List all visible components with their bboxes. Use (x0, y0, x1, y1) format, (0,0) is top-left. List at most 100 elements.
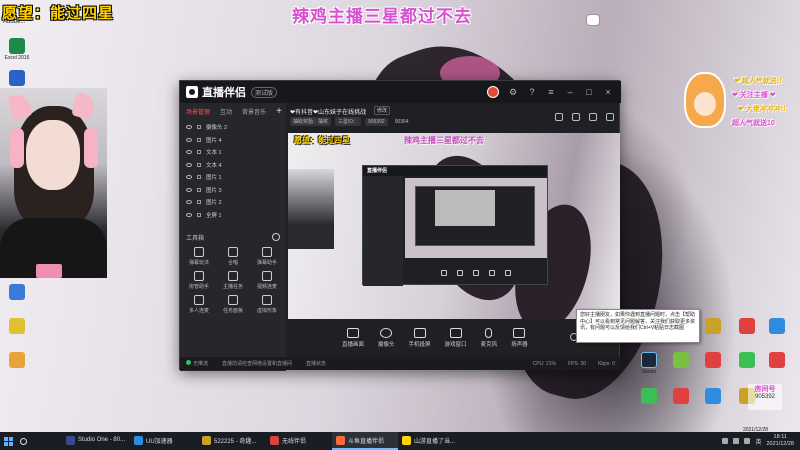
tab-scenes[interactable]: 场景管理 (186, 107, 210, 116)
avatar[interactable] (487, 86, 499, 98)
tool-chorus[interactable]: 合唱 (216, 247, 250, 266)
eye-icon[interactable] (186, 150, 192, 155)
lock-icon[interactable] (197, 212, 201, 217)
camera-button[interactable]: 摄像头 (378, 328, 395, 348)
clock[interactable]: 18:11 2021/12/28 (766, 434, 794, 448)
eye-icon[interactable] (186, 212, 192, 217)
scene-item[interactable]: 摄像头 2 (180, 121, 286, 134)
stream-preview[interactable]: 愿望：能过四星 辣鸡主播三星都过不去 直播伴侣 (288, 133, 620, 319)
edit-title-button[interactable]: 修改 (374, 106, 391, 115)
taskbar-app-uu[interactable]: UU加速器 (130, 432, 198, 450)
scene-item[interactable]: 图片 4 (180, 134, 286, 147)
gift-icon[interactable] (572, 113, 580, 121)
scene-item[interactable]: 图片 2 (180, 196, 286, 209)
lock-icon[interactable] (197, 125, 201, 130)
game-window-button[interactable]: 游戏窗口 (445, 328, 467, 348)
desktop-icon-app[interactable] (696, 388, 730, 404)
tool-anchor-task[interactable]: 主播任务 (216, 271, 250, 290)
input-language[interactable]: 英 (755, 437, 761, 446)
tool-task-panel[interactable]: 任务面板 (216, 295, 250, 314)
scene-item[interactable]: 全屏 1 (180, 209, 286, 222)
help-icon[interactable]: ? (527, 87, 537, 97)
close-icon[interactable]: × (603, 87, 613, 97)
desktop-icon-app[interactable] (0, 318, 34, 334)
webcam-feed (0, 88, 107, 278)
desktop-icon-app[interactable] (632, 388, 666, 404)
menu-icon[interactable]: ≡ (546, 87, 556, 97)
add-source-icon[interactable]: + (276, 106, 282, 117)
desktop-icon-excel[interactable]: Excel 2016 (0, 38, 34, 62)
tab-music[interactable]: 背景音乐 (242, 107, 266, 116)
lock-icon[interactable] (197, 200, 201, 205)
scene-item[interactable]: 文本 1 (180, 146, 286, 159)
settings-icon[interactable]: ⚙ (508, 87, 518, 97)
eye-icon[interactable] (186, 187, 192, 192)
tool-avatar[interactable]: 虚拟形象 (250, 295, 284, 314)
tool-multi-link[interactable]: 多人连麦 (182, 295, 216, 314)
microphone-button[interactable]: 麦克风 (481, 328, 497, 348)
taskbar-app-companion[interactable]: 无线伴侣 (266, 432, 332, 450)
scene-item[interactable]: 图片 3 (180, 184, 286, 197)
panel-icon (228, 295, 238, 305)
lock-icon[interactable] (197, 175, 201, 180)
taskbar-app-stream-companion[interactable]: 斗鱼直播伴侣 (332, 432, 398, 450)
eye-icon[interactable] (186, 125, 192, 130)
taskbar-app-game[interactable]: 山游直播了当... (398, 432, 468, 450)
desktop-icon-app[interactable] (664, 388, 698, 404)
minimize-icon[interactable]: – (565, 87, 575, 97)
taskbar-app-studio-one[interactable]: Studio One - 80... (62, 432, 130, 450)
share-icon[interactable] (555, 113, 563, 121)
live-view-button[interactable]: 直播画面 (342, 328, 364, 348)
eye-icon[interactable] (186, 175, 192, 180)
mascot-line: ❤ 关注主播 ❤ (732, 92, 776, 99)
tool-video-link[interactable]: 视频连麦 (250, 271, 284, 290)
lock-icon[interactable] (197, 137, 201, 142)
desktop-icon-app[interactable] (730, 352, 764, 368)
tray-icon[interactable] (722, 438, 729, 444)
desktop-icon-app[interactable] (760, 318, 794, 334)
game-icon (402, 435, 411, 445)
tab-interaction[interactable]: 互动 (220, 107, 232, 116)
phone-cast-button[interactable]: 手机投屏 (409, 328, 431, 348)
scene-item[interactable]: 图片 1 (180, 171, 286, 184)
network-icon[interactable] (733, 438, 740, 444)
desktop-icon-word[interactable] (0, 70, 34, 86)
left-panel: 场景管理 互动 背景音乐 + 摄像头 2 图片 4 文本 1 文本 4 图片 1… (180, 103, 286, 371)
desktop-icon-app[interactable] (0, 284, 34, 300)
desktop-icon-app[interactable] (696, 318, 730, 334)
desktop-icon-app[interactable] (760, 352, 794, 368)
speaker-button[interactable]: 扬声器 (511, 328, 528, 348)
taskbar: Studio One - 80... UU加速器 522225 - 奇趣... … (0, 432, 800, 450)
scene-item[interactable]: 文本 4 (180, 159, 286, 172)
volume-icon[interactable] (744, 438, 751, 444)
tool-label: 弹幕助手 (256, 260, 277, 266)
lock-icon[interactable] (197, 162, 201, 167)
desktop-icon-app[interactable] (0, 352, 34, 368)
eye-icon[interactable] (186, 200, 192, 205)
desktop-icon-app[interactable] (696, 352, 730, 368)
scene-name: 全屏 1 (206, 212, 222, 219)
scene-name: 摄像头 2 (206, 125, 228, 132)
tool-danmu-play[interactable]: 弹幕玩法 (182, 247, 216, 266)
streaming-app-window[interactable]: 直播伴侣 测试版 ⚙ ? ≡ – □ × 场景管理 互动 背景音乐 + 摄像头 … (179, 80, 621, 371)
maximize-icon[interactable]: □ (584, 87, 594, 97)
tool-room-manager[interactable]: 房管助手 (182, 271, 216, 290)
lock-icon[interactable] (197, 187, 201, 192)
meta-reward[interactable]: 抽取奖励：抽奖 (290, 117, 332, 126)
desktop-icon-steam[interactable]: Steam (632, 352, 666, 376)
lock-icon[interactable] (197, 150, 201, 155)
info-icons (555, 113, 614, 121)
bell-icon[interactable] (589, 113, 597, 121)
start-button[interactable] (0, 432, 16, 450)
eye-icon[interactable] (186, 137, 192, 142)
taskbar-search[interactable] (16, 432, 30, 450)
tool-danmu-helper[interactable]: 弹幕助手 (250, 247, 284, 266)
app-titlebar[interactable]: 直播伴侣 测试版 ⚙ ? ≡ – □ × (180, 81, 621, 103)
link-icon[interactable] (606, 113, 614, 121)
headset-right (84, 128, 98, 168)
gear-icon[interactable] (272, 233, 280, 241)
eye-icon[interactable] (186, 162, 192, 167)
taskbar-app-browser[interactable]: 522225 - 奇趣... (198, 432, 266, 450)
desktop-icon-app[interactable] (730, 318, 764, 334)
desktop-icon-app[interactable] (664, 352, 698, 368)
